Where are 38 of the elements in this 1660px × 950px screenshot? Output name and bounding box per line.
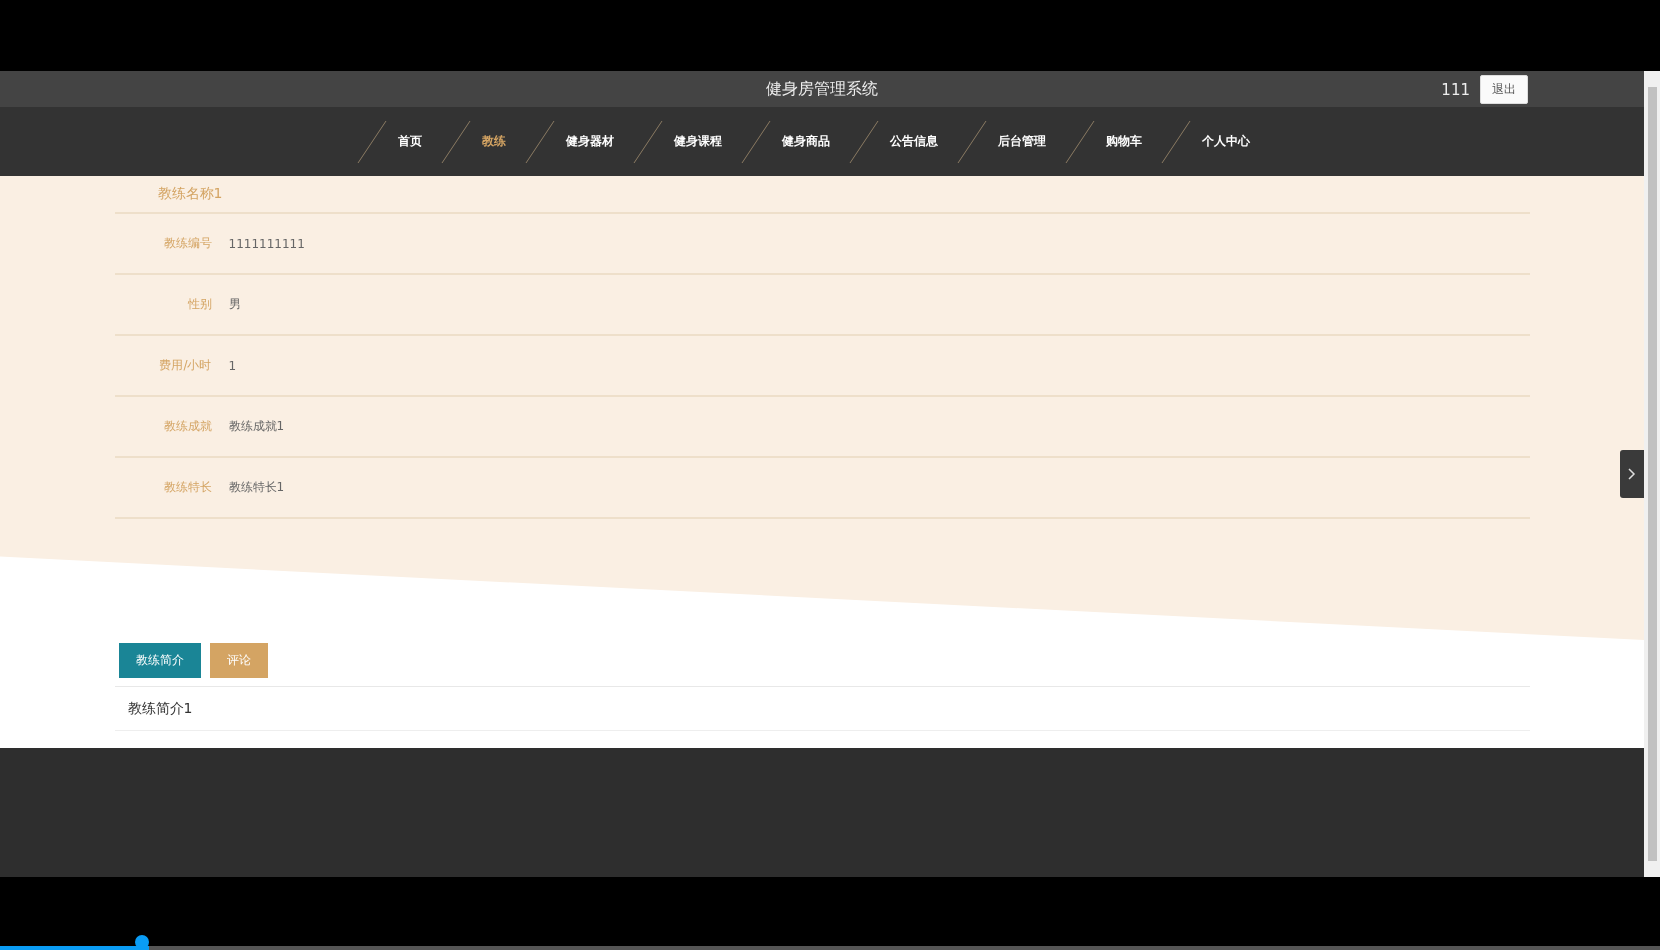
slash-divider-icon [1064, 119, 1096, 164]
nav-link[interactable]: 健身课程 [674, 133, 740, 150]
nav-link[interactable]: 购物车 [1106, 133, 1160, 150]
field-value: 男 [228, 296, 241, 313]
field-label: 教练编号 [162, 235, 212, 252]
field-value: 教练成就1 [228, 418, 285, 435]
field-label: 性别 [186, 296, 212, 313]
coach-name: 教练名称1 [114, 176, 1530, 214]
site-title: 健身房管理系统 [766, 78, 878, 100]
slash-divider-icon [848, 119, 880, 164]
field-label: 费用/小时 [158, 357, 212, 374]
logout-button[interactable]: 退出 [1480, 75, 1528, 104]
slash-divider-icon [1160, 119, 1192, 164]
scrollbar[interactable] [1644, 71, 1660, 877]
field-value: 1111111111 [228, 236, 305, 251]
nav-link[interactable]: 教练 [482, 133, 524, 150]
nav-link[interactable]: 首页 [398, 133, 440, 150]
chevron-right-icon [1628, 468, 1636, 480]
field-value: 教练特长1 [228, 479, 285, 496]
slash-divider-icon [440, 119, 472, 164]
slash-divider-icon [524, 119, 556, 164]
slash-divider-icon [356, 119, 388, 164]
nav-link[interactable]: 后台管理 [998, 133, 1064, 150]
field-value: 1 [228, 358, 237, 373]
field-label: 教练成就 [162, 418, 212, 435]
field-label: 教练特长 [162, 479, 212, 496]
nav-link[interactable]: 健身器材 [566, 133, 632, 150]
nav-link[interactable]: 健身商品 [782, 133, 848, 150]
username: 111 [1441, 80, 1470, 99]
tab[interactable]: 教练简介 [118, 643, 201, 678]
tab-content-text: 教练简介1 [114, 687, 1530, 731]
nav-link[interactable]: 公告信息 [890, 133, 956, 150]
video-progress-bar[interactable] [0, 934, 1660, 950]
nav-link[interactable]: 个人中心 [1202, 133, 1268, 150]
slash-divider-icon [740, 119, 772, 164]
slash-divider-icon [632, 119, 664, 164]
slash-divider-icon [956, 119, 988, 164]
side-toggle-button[interactable] [1620, 450, 1644, 498]
